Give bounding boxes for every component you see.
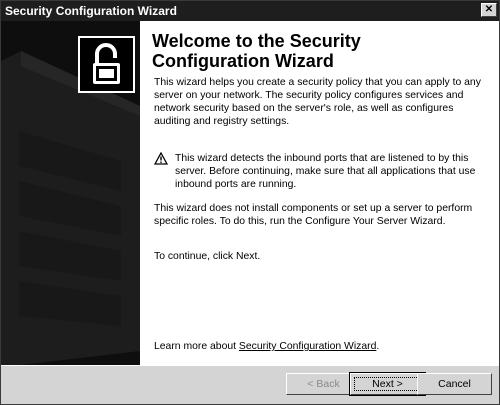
- wizard-window: Security Configuration Wizard ✕ Welcome …: [0, 0, 500, 405]
- install-note: This wizard does not install components …: [154, 203, 473, 227]
- close-icon: ✕: [484, 4, 494, 15]
- wizard-sidebar: [1, 21, 140, 365]
- warning-text: This wizard detects the inbound ports th…: [175, 153, 476, 190]
- title-bar[interactable]: Security Configuration Wizard ✕: [1, 1, 499, 21]
- wizard-content: Welcome to the Security Configuration Wi…: [140, 21, 499, 365]
- window-title: Security Configuration Wizard: [5, 4, 177, 18]
- learn-more-link[interactable]: Security Configuration Wizard: [239, 341, 376, 352]
- learn-more-suffix: .: [376, 341, 380, 352]
- page-title: Welcome to the Security Configuration Wi…: [152, 31, 361, 71]
- cancel-button[interactable]: Cancel: [417, 373, 492, 395]
- warning-icon: [154, 152, 168, 165]
- focus-ring: [354, 377, 421, 391]
- next-button[interactable]: Next >: [349, 372, 426, 396]
- close-button[interactable]: ✕: [481, 3, 497, 17]
- learn-more-prefix: Learn more about: [154, 341, 239, 352]
- intro-text: This wizard helps you create a security …: [154, 77, 481, 127]
- lock-tile: [78, 36, 135, 93]
- lock-icon: [93, 43, 120, 84]
- continue-text: To continue, click Next.: [154, 251, 261, 262]
- learn-more: Learn more about Security Configuration …: [154, 340, 484, 353]
